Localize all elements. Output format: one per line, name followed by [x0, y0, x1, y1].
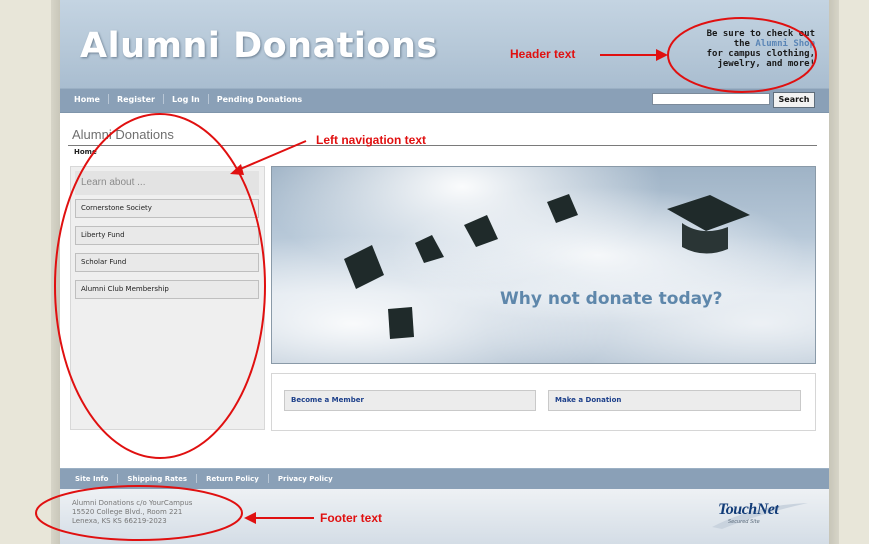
site-title: Alumni Donations [80, 26, 438, 66]
promo-line-1: Be sure to check out [706, 29, 815, 39]
sidebar-item-scholar-fund[interactable]: Scholar Fund [75, 253, 259, 272]
left-nav-annotation: Left navigation text [316, 133, 427, 147]
nav-register[interactable]: Register [109, 95, 163, 104]
footer-text-annotation: Footer text [320, 511, 383, 525]
nav-log-in[interactable]: Log In [164, 95, 208, 104]
become-a-member-button[interactable]: Become a Member [284, 390, 536, 411]
top-nav: Home Register Log In Pending Donations S… [60, 88, 829, 113]
footer-links: Site Info Shipping Rates Return Policy P… [66, 474, 342, 483]
breadcrumb-home[interactable]: Home [74, 148, 97, 156]
sidebar-header: Learn about ... [75, 171, 259, 195]
promo-line-2: the Alumni Shop [665, 39, 815, 49]
nav-pending-donations[interactable]: Pending Donations [209, 95, 310, 104]
search-button[interactable]: Search [773, 92, 815, 108]
sidebar-item-liberty-fund[interactable]: Liberty Fund [75, 226, 259, 245]
left-sidebar: Learn about ... Cornerstone Society Libe… [70, 166, 265, 430]
page-title: Alumni Donations [72, 127, 174, 142]
promo-the: the [733, 39, 756, 49]
footer-nav: Site Info Shipping Rates Return Policy P… [60, 468, 829, 489]
footer-privacy-policy[interactable]: Privacy Policy [269, 475, 342, 483]
hero-banner: Why not donate today? [271, 166, 816, 364]
footer: Alumni Donations c/o YourCampus 15520 Co… [60, 489, 829, 544]
alumni-shop-link[interactable]: Alumni Shop [755, 39, 815, 49]
footer-address: Alumni Donations c/o YourCampus 15520 Co… [72, 499, 192, 526]
hero-text: Why not donate today? [500, 289, 723, 309]
header-promo: Be sure to check out the Alumni Shop for… [665, 29, 815, 69]
nav-items: Home Register Log In Pending Donations [66, 94, 310, 104]
address-line-1: Alumni Donations c/o YourCampus [72, 499, 193, 507]
address-line-2: 15520 College Blvd., Room 221 [72, 508, 183, 516]
address-line-3: Lenexa, KS KS 66219-2023 [72, 517, 167, 525]
sidebar-item-cornerstone-society[interactable]: Cornerstone Society [75, 199, 259, 218]
footer-site-info[interactable]: Site Info [66, 475, 117, 483]
nav-home[interactable]: Home [66, 95, 108, 104]
header-text-annotation: Header text [510, 47, 576, 61]
site-header: Alumni Donations Be sure to check out th… [60, 0, 829, 88]
make-a-donation-button[interactable]: Make a Donation [548, 390, 801, 411]
search-input[interactable] [652, 93, 770, 105]
page-shadow-right [829, 0, 839, 544]
touchnet-logo-subtext: Secured Site [728, 519, 760, 525]
title-divider [68, 145, 817, 146]
sidebar-item-alumni-club-membership[interactable]: Alumni Club Membership [75, 280, 259, 299]
touchnet-logo: TouchNet Secured Site [704, 499, 814, 529]
graduation-caps-image [344, 194, 750, 339]
action-panel: Become a Member Make a Donation [271, 373, 816, 431]
promo-line-3: for campus clothing, [706, 49, 815, 59]
promo-line-4: jewelry, and more! [717, 59, 815, 69]
page: Alumni Donations Be sure to check out th… [60, 0, 829, 544]
footer-shipping-rates[interactable]: Shipping Rates [118, 475, 196, 483]
footer-return-policy[interactable]: Return Policy [197, 475, 268, 483]
touchnet-logo-text: TouchNet [718, 501, 779, 518]
